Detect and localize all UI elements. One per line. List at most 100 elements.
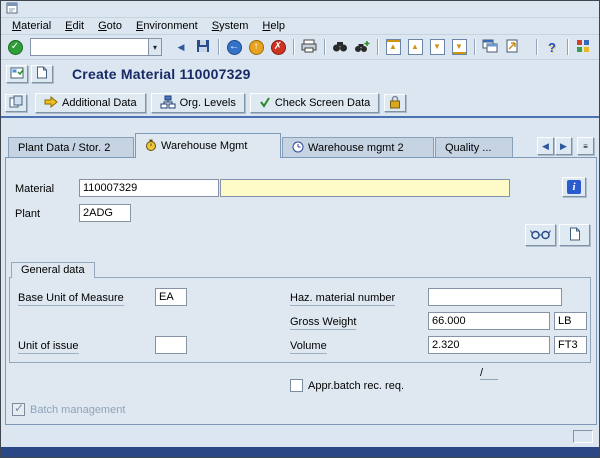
material-input[interactable]: [79, 179, 219, 197]
print-button[interactable]: [298, 37, 320, 57]
toolbar-separator: [536, 39, 537, 55]
org-levels-label: Org. Levels: [179, 97, 236, 109]
tab-overview-button[interactable]: ≡: [577, 137, 594, 155]
appr-batch-checkbox[interactable]: [290, 379, 303, 392]
cancel-button[interactable]: ✗: [267, 37, 289, 57]
toolbar-separator: [218, 39, 219, 55]
checkbox-check-icon: ✓: [14, 401, 25, 415]
find-next-button[interactable]: [351, 37, 373, 57]
tab-scroll-left-button[interactable]: ◀: [537, 137, 554, 155]
batch-management-label: Batch management: [30, 403, 126, 416]
unit-of-issue-label: Unit of issue: [18, 340, 79, 354]
accent-divider: [1, 116, 599, 118]
screen-title: Create Material 110007329: [72, 66, 251, 82]
tab-label: Warehouse mgmt 2: [308, 142, 404, 154]
gross-weight-label: Gross Weight: [290, 316, 357, 330]
copy-from-button[interactable]: [5, 94, 27, 112]
tab-quality[interactable]: Quality ...: [435, 137, 513, 158]
shortcut-icon: [505, 39, 519, 56]
toolbar-separator: [293, 39, 294, 55]
create-shortcut-button[interactable]: [501, 37, 523, 57]
haz-material-input[interactable]: [428, 288, 562, 306]
menu-help[interactable]: Help: [255, 19, 292, 33]
tab-label: Quality ...: [445, 142, 492, 154]
binoculars-plus-icon: [354, 39, 370, 56]
exit-icon: ↑: [248, 39, 264, 55]
toolbar-separator: [324, 39, 325, 55]
info-icon: i: [567, 180, 581, 194]
material-description-input[interactable]: [220, 179, 510, 197]
customize-layout-button[interactable]: [572, 37, 594, 57]
save-button[interactable]: [192, 37, 214, 57]
enter-icon: ✓: [7, 39, 23, 55]
base-unit-input[interactable]: [155, 288, 187, 306]
additional-data-button[interactable]: Additional Data: [35, 93, 146, 113]
command-input[interactable]: [31, 39, 148, 55]
last-page-button[interactable]: ▼: [448, 37, 470, 57]
menu-edit[interactable]: Edit: [58, 19, 91, 33]
batch-management-row: ✓ Batch management: [12, 401, 126, 416]
volume-unit-input[interactable]: [554, 336, 587, 354]
gross-weight-input[interactable]: [428, 312, 550, 330]
gross-weight-unit-input[interactable]: [554, 312, 587, 330]
unit-of-issue-input[interactable]: [155, 336, 187, 354]
plant-label: Plant: [15, 208, 41, 220]
arrow-right-icon: [44, 95, 58, 111]
previous-page-icon: ▲: [407, 39, 423, 55]
last-page-icon: ▼: [451, 39, 467, 55]
base-unit-label: Base Unit of Measure: [18, 292, 124, 306]
menu-bar: Material Edit Goto Environment System He…: [1, 18, 599, 35]
display-views-button[interactable]: [525, 224, 556, 246]
find-button[interactable]: [329, 37, 351, 57]
check-icon: [259, 96, 271, 111]
first-page-button[interactable]: ▲: [382, 37, 404, 57]
haz-material-label: Haz. material number: [290, 292, 396, 306]
additional-data-label: Additional Data: [62, 97, 137, 109]
new-session-button[interactable]: [479, 37, 501, 57]
form-check-button[interactable]: [6, 65, 28, 83]
collapse-command-button[interactable]: ◀: [170, 37, 192, 57]
application-toolbar: Additional Data Org. Levels Check Screen…: [1, 91, 599, 115]
help-icon: ?: [548, 39, 556, 55]
next-page-button[interactable]: ▼: [426, 37, 448, 57]
help-button[interactable]: ?: [541, 37, 563, 57]
plant-input[interactable]: [79, 204, 131, 222]
tab-warehouse-mgmt-2[interactable]: Warehouse mgmt 2: [282, 137, 434, 158]
menu-material[interactable]: Material: [5, 19, 58, 33]
menu-goto[interactable]: Goto: [91, 19, 129, 33]
tab-plant-data-stor-2[interactable]: Plant Data / Stor. 2: [8, 137, 134, 158]
tab-label: Warehouse Mgmt: [161, 140, 248, 152]
status-bar: [1, 426, 599, 447]
appr-batch-label: Appr.batch rec. req.: [308, 379, 404, 392]
check-screen-data-button[interactable]: Check Screen Data: [249, 93, 380, 113]
general-data-group-title: General data: [11, 262, 95, 278]
glasses-icon: [530, 228, 551, 243]
exit-button[interactable]: ↑: [245, 37, 267, 57]
tab-warehouse-mgmt[interactable]: Warehouse Mgmt: [135, 133, 281, 158]
back-button[interactable]: ←: [223, 37, 245, 57]
material-label: Material: [15, 183, 55, 195]
scroll-left-icon: ◀: [542, 140, 549, 151]
batch-management-checkbox[interactable]: ✓: [12, 401, 25, 416]
blank-page-icon: [569, 227, 581, 244]
org-levels-button[interactable]: Org. Levels: [150, 93, 245, 113]
tab-scroll-right-button[interactable]: ▶: [555, 137, 572, 155]
tab-scroll-controls: ◀ ▶ ≡: [537, 137, 594, 155]
create-view-button[interactable]: [559, 224, 590, 246]
tab-strip: Plant Data / Stor. 2 Warehouse Mgmt Ware…: [1, 133, 599, 158]
status-grip: [573, 430, 593, 443]
lock-button[interactable]: [384, 94, 407, 112]
menu-environment[interactable]: Environment: [129, 19, 205, 33]
menu-system[interactable]: System: [205, 19, 256, 33]
command-history-icon[interactable]: ▾: [148, 39, 161, 55]
previous-page-button[interactable]: ▲: [404, 37, 426, 57]
bottom-strip: [1, 447, 599, 457]
info-button[interactable]: i: [562, 177, 586, 197]
page-button[interactable]: [31, 65, 53, 83]
enter-button[interactable]: ✓: [4, 37, 26, 57]
new-session-icon: [482, 39, 498, 56]
command-field: ▾: [30, 38, 162, 56]
title-row: Create Material 110007329: [1, 60, 599, 88]
binoculars-icon: [332, 39, 348, 56]
volume-input[interactable]: [428, 336, 550, 354]
